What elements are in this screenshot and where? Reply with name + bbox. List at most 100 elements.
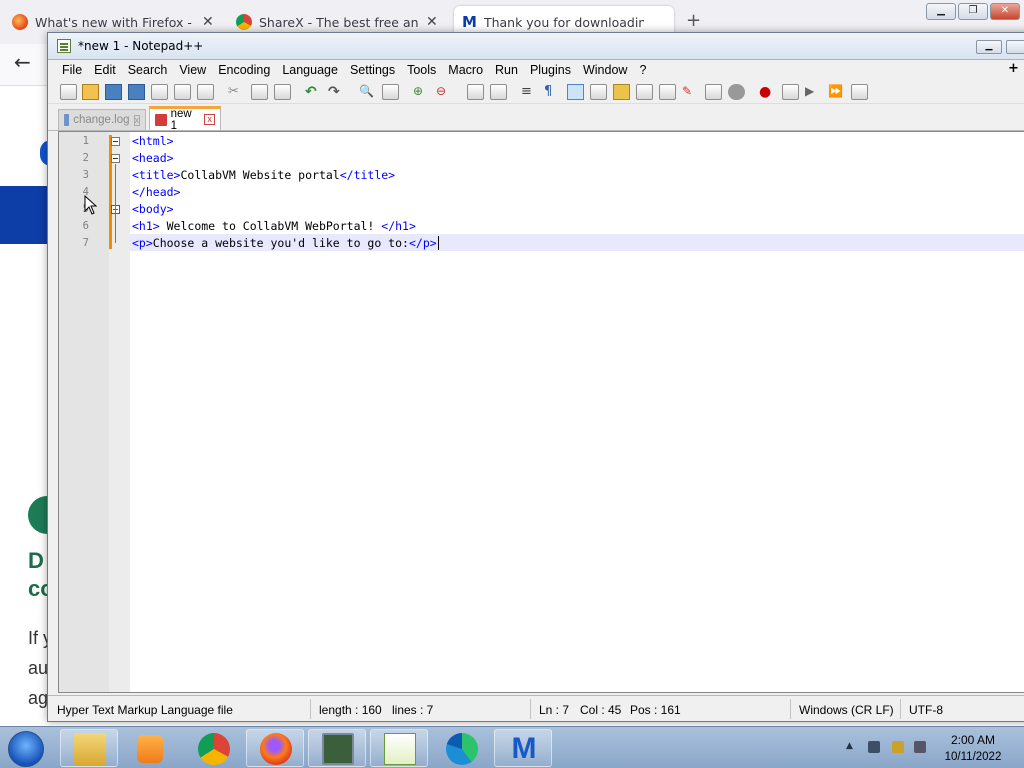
close-tab-icon[interactable]: ✕	[202, 14, 214, 30]
fold-toggle-icon[interactable]	[111, 137, 120, 146]
user-language-icon[interactable]	[590, 84, 607, 100]
media-player-icon	[137, 735, 163, 763]
line-number: 2	[82, 152, 89, 164]
taskbar-task-manager[interactable]	[308, 729, 366, 767]
close-tab-icon[interactable]: x	[133, 114, 140, 126]
line-number-margin	[59, 132, 109, 692]
menu-tools[interactable]: Tools	[401, 63, 442, 77]
record-macro-icon[interactable]: ●	[759, 84, 776, 100]
copy-icon[interactable]	[251, 84, 268, 100]
zoom-out-icon[interactable]: ⊖	[436, 84, 453, 100]
cut-icon[interactable]: ✂	[228, 84, 245, 100]
line-number: 6	[82, 220, 89, 232]
status-line: Ln : 7	[539, 703, 570, 717]
menu-macro[interactable]: Macro	[442, 63, 489, 77]
stop-macro-icon[interactable]	[782, 84, 799, 100]
menu-search[interactable]: Search	[122, 63, 174, 77]
line-number: 1	[82, 135, 89, 147]
code-editor[interactable]: 1 <html> 2 <head> 3 <title>CollabVM Website p…	[58, 131, 1024, 693]
menu-plugins[interactable]: Plugins	[524, 63, 577, 77]
undo-icon[interactable]: ↶	[305, 84, 322, 100]
menu-plus[interactable]: +	[1008, 61, 1019, 76]
menu-window[interactable]: Window	[577, 63, 633, 77]
save-icon[interactable]	[105, 84, 122, 100]
taskbar-explorer[interactable]	[60, 729, 118, 767]
redo-icon[interactable]: ↷	[328, 84, 345, 100]
save-macro-icon[interactable]	[851, 84, 868, 100]
clock-date[interactable]: 10/11/2022	[938, 751, 1008, 763]
menu-view[interactable]: View	[173, 63, 212, 77]
status-position: Pos : 161	[630, 703, 681, 717]
run-macro-multiple-icon[interactable]: ⏩	[828, 84, 845, 100]
minimize-button[interactable]: ▁	[976, 40, 1002, 54]
folder-as-workspace-icon[interactable]	[659, 84, 676, 100]
back-arrow-icon[interactable]: ←	[14, 50, 31, 74]
close-button[interactable]: ✕	[990, 3, 1020, 20]
taskbar-edge[interactable]	[432, 729, 490, 767]
taskbar-notepadpp[interactable]	[370, 729, 428, 767]
doc-tab-active[interactable]: new 1 x	[149, 106, 221, 132]
volume-icon[interactable]	[914, 741, 926, 753]
text-token: Welcome to CollabVM WebPortal!	[159, 219, 382, 233]
word-wrap-icon[interactable]: ≡	[521, 84, 538, 100]
menu-encoding[interactable]: Encoding	[212, 63, 276, 77]
document-map-icon[interactable]	[613, 84, 630, 100]
status-encoding[interactable]: UTF-8	[909, 703, 943, 717]
doc-tab-label: new 1	[170, 107, 192, 132]
menu-file[interactable]: File	[56, 63, 88, 77]
menu-settings[interactable]: Settings	[344, 63, 401, 77]
close-all-icon[interactable]	[174, 84, 191, 100]
browser-tab-title: Thank you for downloading Ma	[483, 14, 644, 30]
taskbar-chrome[interactable]	[184, 729, 242, 767]
clipboard-history-icon[interactable]	[705, 84, 722, 100]
status-eol[interactable]: Windows (CR LF)	[799, 703, 894, 717]
change-history-bar	[109, 135, 112, 249]
start-button[interactable]	[8, 731, 44, 767]
code-line: <body>	[132, 201, 174, 218]
open-file-icon[interactable]	[82, 84, 99, 100]
show-all-chars-icon[interactable]: ¶	[544, 84, 561, 100]
save-all-icon[interactable]	[128, 84, 145, 100]
status-lines: lines : 7	[392, 703, 434, 717]
maximize-button[interactable]	[1006, 40, 1024, 54]
taskbar-media-player[interactable]	[122, 729, 180, 767]
print-icon[interactable]	[197, 84, 214, 100]
menu-run[interactable]: Run	[489, 63, 524, 77]
text-token: CollabVM Website portal	[180, 168, 340, 182]
shortcut-icon[interactable]	[728, 84, 745, 100]
window-title-bar[interactable]: *new 1 - Notepad++ ▁	[48, 33, 1024, 60]
menu-help[interactable]: ?	[633, 63, 652, 77]
zoom-in-icon[interactable]: ⊕	[413, 84, 430, 100]
taskbar-malwarebytes[interactable]: M	[494, 729, 552, 767]
new-tab-icon[interactable]: +	[686, 10, 701, 31]
function-list-icon[interactable]	[636, 84, 653, 100]
play-macro-icon[interactable]: ▶	[805, 84, 822, 100]
minimize-button[interactable]: ▁	[926, 3, 956, 20]
html-tag-token: <p>	[132, 236, 153, 250]
close-file-icon[interactable]	[151, 84, 168, 100]
page-heading-fragment: D	[28, 548, 44, 573]
restore-button[interactable]: ❐	[958, 3, 988, 20]
find-icon[interactable]: 🔍	[359, 84, 376, 100]
action-center-flag-icon[interactable]	[892, 741, 904, 753]
text-token: Choose a website you'd like to go to:	[152, 236, 409, 250]
fold-toggle-icon[interactable]	[111, 154, 120, 163]
paste-icon[interactable]	[274, 84, 291, 100]
html-tag-token: <title>	[132, 168, 181, 182]
indent-guide-icon[interactable]	[567, 84, 584, 100]
taskbar-firefox[interactable]	[246, 729, 304, 767]
close-tab-icon[interactable]: ✕	[426, 14, 438, 30]
doc-tab[interactable]: change.log x	[58, 109, 146, 130]
menu-edit[interactable]: Edit	[88, 63, 122, 77]
sync-vertical-icon[interactable]	[467, 84, 484, 100]
fold-guide-line	[115, 164, 116, 243]
menu-language[interactable]: Language	[276, 63, 344, 77]
network-icon[interactable]	[868, 741, 880, 753]
sync-horizontal-icon[interactable]	[490, 84, 507, 100]
monitoring-icon[interactable]: ✎	[682, 84, 699, 100]
clock-time[interactable]: 2:00 AM	[938, 733, 1008, 747]
new-file-icon[interactable]	[60, 84, 77, 100]
replace-icon[interactable]	[382, 84, 399, 100]
close-tab-icon[interactable]: x	[204, 114, 215, 125]
show-hidden-icons-icon[interactable]: ▲	[846, 741, 853, 751]
